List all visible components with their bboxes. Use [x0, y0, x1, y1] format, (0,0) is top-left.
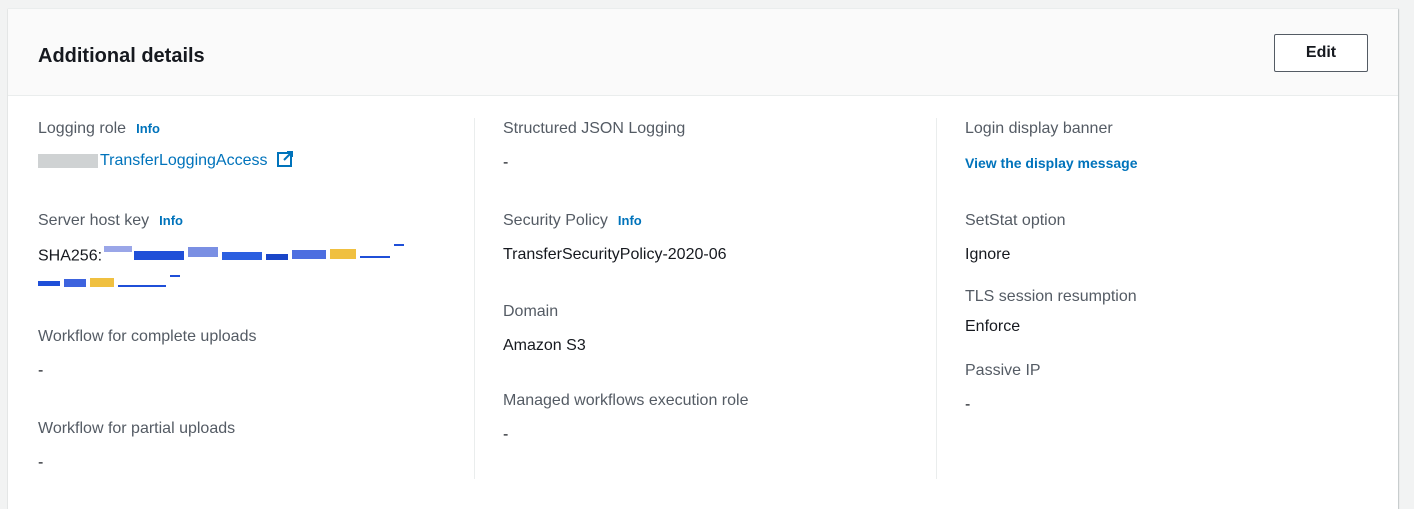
- additional-details-panel: Additional details Edit Logging role Info…: [8, 8, 1398, 509]
- security-policy-value: TransferSecurityPolicy-2020-06: [503, 246, 727, 263]
- tls-field: TLS session resumption Enforce: [965, 286, 1385, 338]
- structured-json-label: Structured JSON Logging: [503, 120, 686, 137]
- passive-ip-value: -: [965, 396, 971, 413]
- security-policy-field: Security Policy Info TransferSecurityPoli…: [503, 210, 948, 266]
- setstat-value: Ignore: [965, 246, 1011, 263]
- workflow-complete-label: Workflow for complete uploads: [38, 328, 257, 345]
- setstat-label: SetStat option: [965, 212, 1066, 229]
- passive-ip-field: Passive IP -: [965, 360, 1385, 416]
- managed-workflows-field: Managed workflows execution role -: [503, 390, 948, 446]
- server-host-key-field: Server host key Info SHA256:: [38, 210, 458, 296]
- structured-json-value: -: [503, 154, 509, 171]
- workflow-complete-value: -: [38, 362, 44, 379]
- tls-label: TLS session resumption: [965, 288, 1137, 305]
- workflow-partial-value: -: [38, 454, 44, 471]
- workflow-partial-label: Workflow for partial uploads: [38, 420, 236, 437]
- edit-button[interactable]: Edit: [1274, 34, 1368, 72]
- logging-role-field: Logging role Info TransferLoggingAccess: [38, 118, 458, 175]
- panel-header: Additional details Edit: [8, 9, 1398, 96]
- logging-role-link[interactable]: TransferLoggingAccess: [100, 152, 268, 169]
- details-column-1: Logging role Info TransferLoggingAccess S…: [38, 118, 458, 479]
- server-host-key-info-link[interactable]: Info: [159, 213, 183, 228]
- security-policy-info-link[interactable]: Info: [618, 213, 642, 228]
- security-policy-label: Security Policy: [503, 212, 608, 229]
- tls-value: Enforce: [965, 318, 1021, 335]
- managed-workflows-label: Managed workflows execution role: [503, 392, 749, 409]
- managed-workflows-value: -: [503, 426, 509, 443]
- details-column-3: Login display banner View the display me…: [936, 118, 1385, 479]
- redacted-account-id: [38, 153, 98, 168]
- server-host-key-label: Server host key: [38, 212, 150, 229]
- login-banner-field: Login display banner View the display me…: [965, 118, 1385, 175]
- details-column-2: Structured JSON Logging - Security Polic…: [474, 118, 948, 479]
- setstat-field: SetStat option Ignore: [965, 210, 1385, 266]
- domain-label: Domain: [503, 303, 559, 320]
- workflow-complete-field: Workflow for complete uploads -: [38, 326, 458, 382]
- panel-title: Additional details: [38, 45, 205, 67]
- structured-json-field: Structured JSON Logging -: [503, 118, 948, 174]
- external-link-icon[interactable]: [276, 150, 294, 175]
- server-host-key-prefix: SHA256:: [38, 247, 103, 265]
- login-banner-label: Login display banner: [965, 120, 1113, 137]
- logging-role-label: Logging role: [38, 120, 127, 137]
- view-display-message-link[interactable]: View the display message: [965, 155, 1138, 171]
- redacted-host-key-line2: [38, 273, 198, 296]
- domain-value: Amazon S3: [503, 337, 586, 354]
- logging-role-info-link[interactable]: Info: [136, 121, 160, 136]
- redacted-host-key-line1: [102, 242, 412, 271]
- workflow-partial-field: Workflow for partial uploads -: [38, 418, 458, 474]
- passive-ip-label: Passive IP: [965, 362, 1041, 379]
- domain-field: Domain Amazon S3: [503, 301, 948, 357]
